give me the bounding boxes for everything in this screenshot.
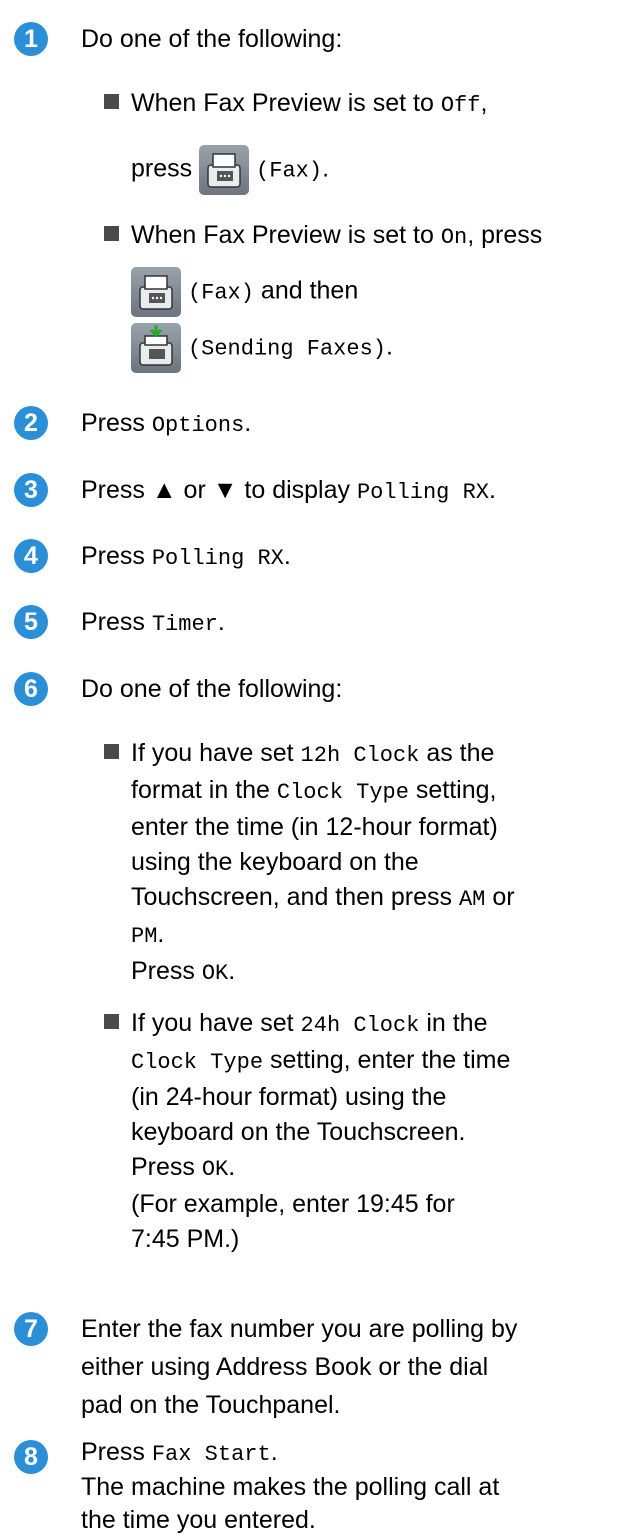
bullet [104, 94, 119, 109]
fax-icon [131, 267, 181, 317]
step-6-option-12h: If you have set 12h Clock as the format … [104, 736, 611, 991]
step-number: 4 [14, 539, 48, 573]
step-1-option-on: When Fax Preview is set to On, press (Fa… [104, 218, 611, 373]
step-number: 1 [14, 22, 48, 56]
step-text: Do one of the following: [81, 675, 343, 703]
step-text: Do one of the following: [81, 25, 343, 53]
step-number: 2 [14, 406, 48, 440]
bullet [104, 1014, 119, 1029]
bullet [104, 744, 119, 759]
step-number: 7 [14, 1312, 48, 1346]
step-number: 6 [14, 672, 48, 706]
step-number: 8 [14, 1440, 48, 1474]
step-6-option-24h: If you have set 24h Clock in the Clock T… [104, 1006, 611, 1257]
sending-faxes-icon [131, 323, 181, 373]
step-1-option-off: When Fax Preview is set to Off, press (F… [104, 86, 611, 195]
fax-icon [199, 145, 250, 195]
step-number: 5 [14, 605, 48, 639]
step-number: 3 [14, 473, 48, 507]
bullet [104, 226, 119, 241]
